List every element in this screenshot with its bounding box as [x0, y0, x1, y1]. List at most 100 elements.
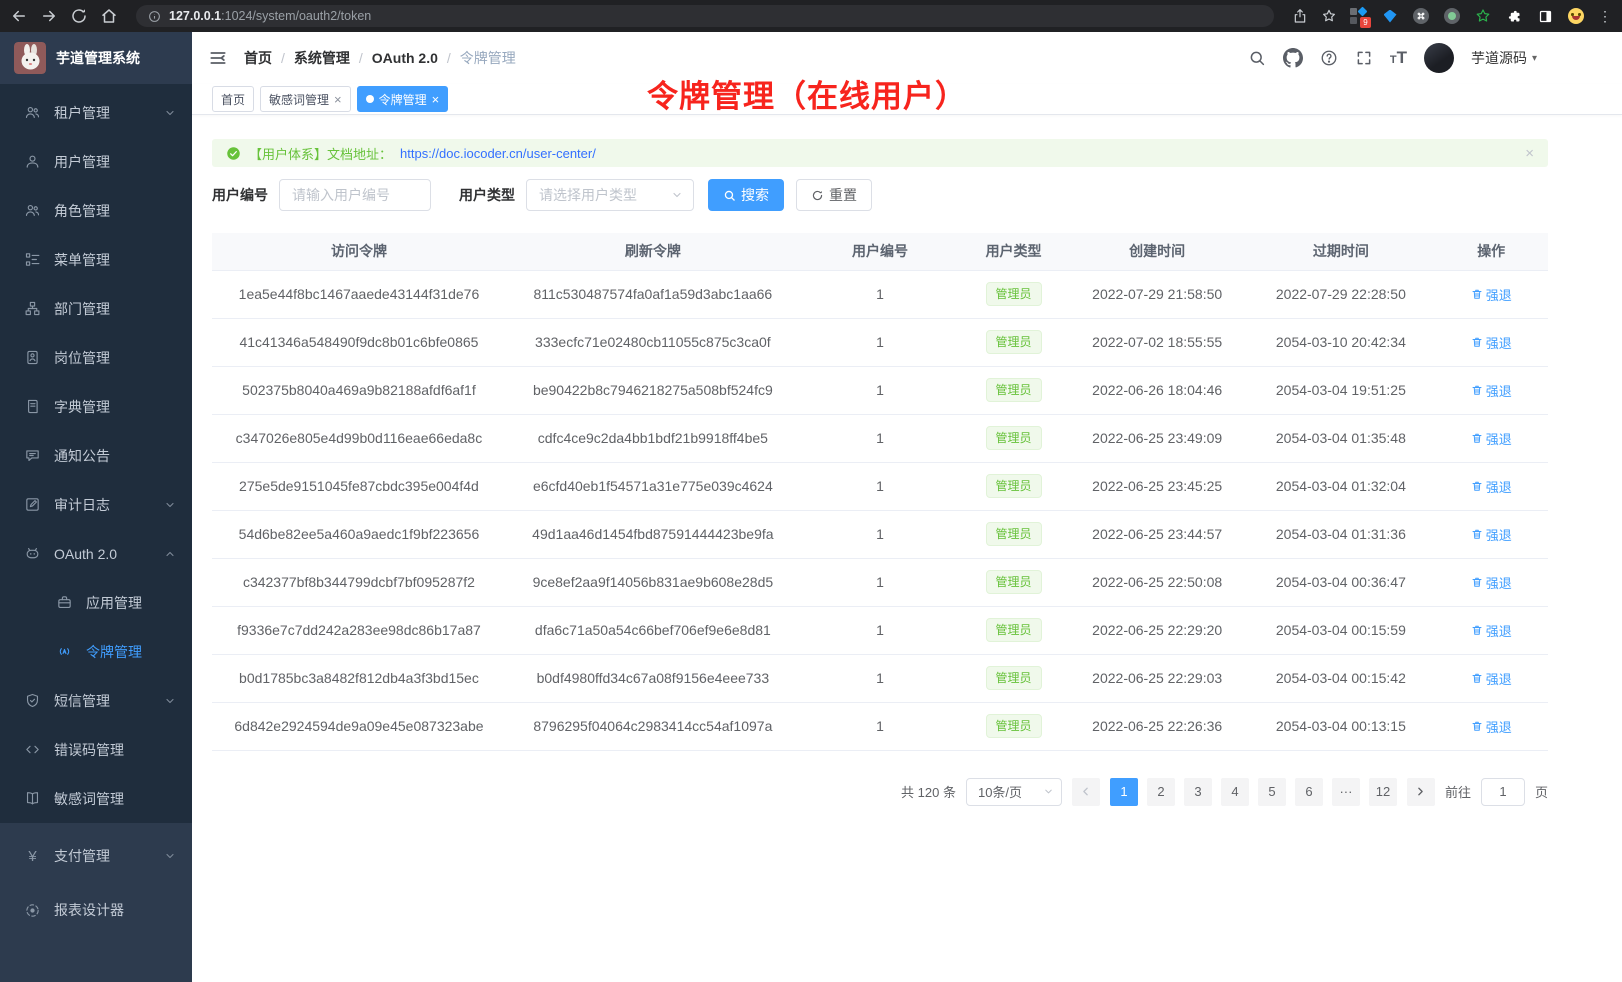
sidebar-item-pay[interactable]: ¥支付管理	[0, 829, 192, 883]
user-type-select[interactable]: 请选择用户类型	[526, 179, 694, 211]
extension-command-icon[interactable]	[1412, 7, 1430, 25]
extension-gem-icon[interactable]	[1381, 7, 1399, 25]
force-logout-link[interactable]: 强退	[1471, 525, 1512, 544]
sidebar-item-menu[interactable]: 菜单管理	[0, 235, 192, 284]
doc-link[interactable]: https://doc.iocoder.cn/user-center/	[400, 146, 596, 161]
extension-puzzle-icon[interactable]	[1505, 7, 1523, 25]
sidebar-item-audit-log[interactable]: 审计日志	[0, 480, 192, 529]
pagination-ellipsis[interactable]: ···	[1332, 778, 1360, 806]
sidebar-item-dict[interactable]: 字典管理	[0, 382, 192, 431]
help-icon[interactable]	[1320, 49, 1338, 67]
user-id-cell: 1	[800, 414, 960, 462]
sidebar-item-sms[interactable]: 短信管理	[0, 676, 192, 725]
extension-emoji-icon[interactable]	[1567, 7, 1585, 25]
sidebar-item-label: 报表设计器	[54, 900, 176, 920]
post-badge-icon	[24, 349, 41, 366]
app-logo-bar[interactable]: 芋道管理系统	[0, 32, 192, 84]
force-logout-link[interactable]: 强退	[1471, 429, 1512, 448]
sidebar-item-report[interactable]: 报表设计器	[0, 883, 192, 937]
browser-menu-icon[interactable]: ⋮	[1598, 8, 1612, 25]
sidebar-collapse-icon[interactable]	[208, 48, 228, 68]
site-info-icon[interactable]	[148, 10, 161, 23]
browser-home-icon[interactable]	[100, 7, 118, 25]
alert-close-icon[interactable]: ×	[1525, 145, 1534, 162]
user-type-badge: 管理员	[986, 618, 1042, 642]
user-type-badge: 管理员	[986, 666, 1042, 690]
font-size-icon[interactable]: TT	[1390, 49, 1407, 67]
page-button-12[interactable]: 12	[1369, 778, 1397, 806]
goto-page-input[interactable]	[1481, 778, 1525, 806]
sidebar-item-error-code[interactable]: 错误码管理	[0, 725, 192, 774]
announcement-icon	[24, 447, 41, 464]
address-bar[interactable]: 127.0.0.1:1024/system/oauth2/token	[136, 5, 1274, 27]
breadcrumb-item[interactable]: 首页	[244, 48, 272, 68]
browser-reload-icon[interactable]	[70, 7, 88, 25]
sidebar-item-post[interactable]: 岗位管理	[0, 333, 192, 382]
force-logout-link[interactable]: 强退	[1471, 621, 1512, 640]
pay-yen-icon: ¥	[24, 848, 41, 865]
sidebar-item-tenant[interactable]: 租户管理	[0, 88, 192, 137]
github-icon[interactable]	[1283, 48, 1303, 68]
user-id-label: 用户编号	[212, 185, 268, 205]
trash-icon	[1471, 720, 1483, 732]
page-button-6[interactable]: 6	[1295, 778, 1323, 806]
search-button[interactable]: 搜索	[708, 179, 784, 211]
force-logout-link[interactable]: 强退	[1471, 477, 1512, 496]
user-id-input[interactable]	[279, 179, 431, 211]
active-tab-dot	[366, 95, 374, 103]
sidebar-item-user[interactable]: 用户管理	[0, 137, 192, 186]
tab-close-icon[interactable]: ×	[432, 93, 440, 106]
force-logout-link[interactable]: 强退	[1471, 717, 1512, 736]
pagination: 共 120 条 10条/页 123456···12 前往 页	[212, 778, 1548, 806]
page-button-4[interactable]: 4	[1221, 778, 1249, 806]
users-icon	[24, 104, 41, 121]
table-row: c347026e805e4d99b0d116eae66eda8ccdfc4ce9…	[212, 414, 1548, 462]
action-cell: 强退	[1434, 558, 1548, 606]
column-header-actions: 操作	[1434, 233, 1548, 270]
fullscreen-icon[interactable]	[1355, 49, 1373, 67]
tab-token[interactable]: 令牌管理×	[357, 86, 449, 112]
bookmark-star-icon[interactable]	[1321, 8, 1337, 24]
prev-page-button[interactable]	[1072, 778, 1100, 806]
next-page-button[interactable]	[1407, 778, 1435, 806]
user-avatar[interactable]	[1424, 43, 1454, 73]
extension-squares-icon[interactable]: 9	[1350, 7, 1368, 25]
page-button-3[interactable]: 3	[1184, 778, 1212, 806]
sidebar-item-dept[interactable]: 部门管理	[0, 284, 192, 333]
tab-close-icon[interactable]: ×	[334, 93, 342, 106]
action-cell: 强退	[1434, 366, 1548, 414]
force-logout-link[interactable]: 强退	[1471, 333, 1512, 352]
browser-forward-icon[interactable]	[40, 7, 58, 25]
extension-record-icon[interactable]	[1443, 7, 1461, 25]
tab-home[interactable]: 首页	[212, 86, 254, 112]
breadcrumb-item[interactable]: 系统管理	[294, 48, 350, 68]
user-menu[interactable]: 芋道源码 ▾	[1471, 48, 1537, 68]
extension-green-star-icon[interactable]	[1474, 7, 1492, 25]
page-size-select[interactable]: 10条/页	[966, 778, 1062, 806]
page-button-1[interactable]: 1	[1110, 778, 1138, 806]
sidebar-item-oauth2-app[interactable]: 应用管理	[0, 578, 192, 627]
force-logout-link[interactable]: 强退	[1471, 285, 1512, 304]
extension-side-panel-icon[interactable]	[1536, 7, 1554, 25]
sidebar-item-oauth2[interactable]: OAuth 2.0	[0, 529, 192, 578]
tab-sensitive-words[interactable]: 敏感词管理×	[260, 86, 351, 112]
page-button-2[interactable]: 2	[1147, 778, 1175, 806]
sidebar-item-role[interactable]: 角色管理	[0, 186, 192, 235]
action-cell: 强退	[1434, 606, 1548, 654]
search-icon[interactable]	[1248, 49, 1266, 67]
browser-back-icon[interactable]	[10, 7, 28, 25]
force-logout-link[interactable]: 强退	[1471, 669, 1512, 688]
error-code-icon	[24, 741, 41, 758]
sidebar-item-oauth2-token[interactable]: 令牌管理	[0, 627, 192, 676]
token-table-body: 1ea5e44f8bc1467aaede43144f31de76811c5304…	[212, 270, 1548, 750]
page-button-5[interactable]: 5	[1258, 778, 1286, 806]
sidebar-item-sensitive[interactable]: 敏感词管理	[0, 774, 192, 823]
created-time-cell: 2022-06-26 18:04:46	[1067, 366, 1247, 414]
breadcrumb-item[interactable]: OAuth 2.0	[372, 50, 438, 66]
expire-time-cell: 2054-03-04 00:36:47	[1247, 558, 1434, 606]
sidebar-item-notice[interactable]: 通知公告	[0, 431, 192, 480]
reset-button[interactable]: 重置	[796, 179, 872, 211]
force-logout-link[interactable]: 强退	[1471, 381, 1512, 400]
force-logout-link[interactable]: 强退	[1471, 573, 1512, 592]
share-icon[interactable]	[1292, 8, 1308, 24]
